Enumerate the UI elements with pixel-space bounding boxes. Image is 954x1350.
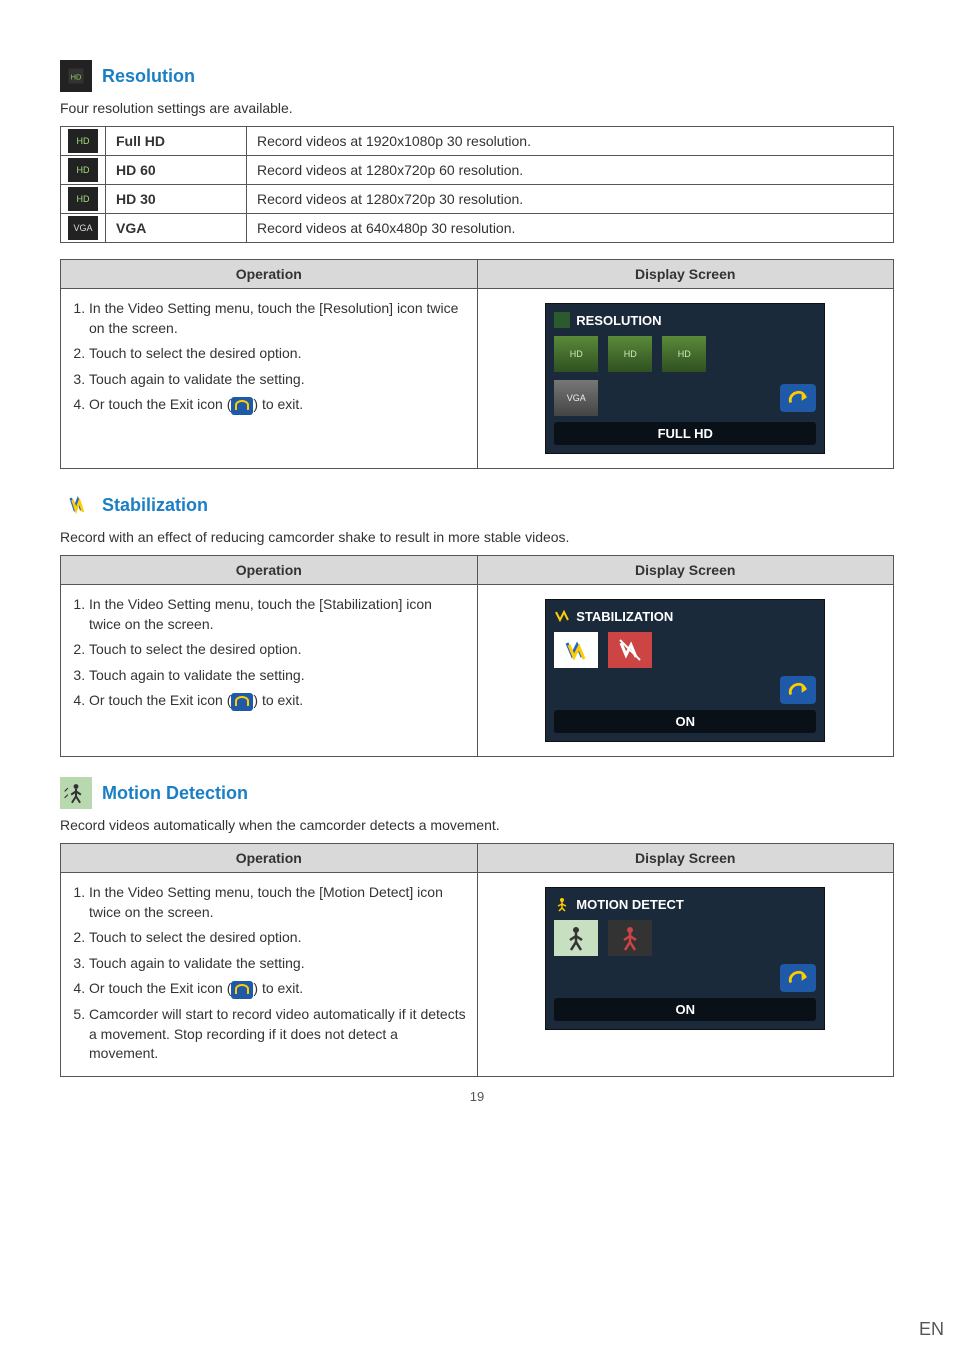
resolution-desc: Record videos at 1280x720p 60 resolution… — [247, 156, 894, 185]
resolution-desc: Record videos at 1920x1080p 30 resolutio… — [247, 127, 894, 156]
ds-title: STABILIZATION — [554, 608, 816, 624]
ds-exit-button[interactable] — [780, 676, 816, 704]
ds-option-hd60[interactable]: HD — [608, 336, 652, 372]
ds-option-motion-off[interactable] — [608, 920, 652, 956]
ds-options: HD HD HD — [554, 336, 816, 372]
ds-options — [554, 920, 816, 956]
vga-icon: VGA — [68, 216, 98, 240]
ds-bottom-row — [554, 676, 816, 704]
display-screen-cell: RESOLUTION HD HD HD VGA — [477, 289, 894, 469]
operation-header: Operation — [61, 260, 478, 289]
table-row: HD HD 60 Record videos at 1280x720p 60 r… — [61, 156, 894, 185]
ds-bottom-row: VGA — [554, 380, 816, 416]
stabilization-intro: Record with an effect of reducing camcor… — [60, 529, 894, 545]
motion-ds-icon — [554, 896, 570, 912]
motion-icon — [60, 777, 92, 809]
ds-option-stabilization-off[interactable] — [608, 632, 652, 668]
motion-section-header: Motion Detection — [60, 777, 894, 809]
resolution-section-header: HD Resolution — [60, 60, 894, 92]
resolution-ds-icon — [554, 312, 570, 328]
table-row: HD Full HD Record videos at 1920x1080p 3… — [61, 127, 894, 156]
operation-cell: In the Video Setting menu, touch the [St… — [61, 585, 478, 757]
exit-icon — [231, 981, 253, 999]
ds-option-vga[interactable]: VGA — [554, 380, 598, 416]
table-row: VGA VGA Record videos at 640x480p 30 res… — [61, 214, 894, 243]
ds-title: RESOLUTION — [554, 312, 816, 328]
table-row: HD HD 30 Record videos at 1280x720p 30 r… — [61, 185, 894, 214]
display-screen-header: Display Screen — [477, 260, 894, 289]
ds-option-motion-on[interactable] — [554, 920, 598, 956]
resolution-label: HD 60 — [106, 156, 247, 185]
step: Or touch the Exit icon () to exit. — [89, 979, 467, 999]
operation-header: Operation — [61, 556, 478, 585]
step: Touch to select the desired option. — [89, 344, 467, 364]
stabilization-display-screen: STABILIZATION — [545, 599, 825, 742]
resolution-operation-table: Operation Display Screen In the Video Se… — [60, 259, 894, 469]
page-number: 19 — [60, 1089, 894, 1104]
motion-operation-table: Operation Display Screen In the Video Se… — [60, 843, 894, 1077]
step: Camcorder will start to record video aut… — [89, 1005, 467, 1064]
motion-display-screen: MOTION DETECT — [545, 887, 825, 1030]
step: In the Video Setting menu, touch the [Mo… — [89, 883, 467, 922]
display-screen-header: Display Screen — [477, 844, 894, 873]
ds-exit-button[interactable] — [780, 384, 816, 412]
step: Or touch the Exit icon () to exit. — [89, 691, 467, 711]
exit-icon — [231, 397, 253, 415]
step: Touch again to validate the setting. — [89, 370, 467, 390]
motion-heading: Motion Detection — [102, 783, 248, 804]
resolution-intro: Four resolution settings are available. — [60, 100, 894, 116]
step: Touch again to validate the setting. — [89, 666, 467, 686]
step: In the Video Setting menu, touch the [St… — [89, 595, 467, 634]
motion-intro: Record videos automatically when the cam… — [60, 817, 894, 833]
ds-status: ON — [554, 710, 816, 733]
resolution-icon: HD — [60, 60, 92, 92]
hd60-icon: HD — [68, 158, 98, 182]
resolution-desc: Record videos at 640x480p 30 resolution. — [247, 214, 894, 243]
stabilization-icon — [60, 489, 92, 521]
ds-status: ON — [554, 998, 816, 1021]
ds-option-stabilization-on[interactable] — [554, 632, 598, 668]
full-hd-icon: HD — [68, 129, 98, 153]
resolution-label: HD 30 — [106, 185, 247, 214]
exit-icon — [231, 693, 253, 711]
operation-cell: In the Video Setting menu, touch the [Mo… — [61, 873, 478, 1077]
operation-cell: In the Video Setting menu, touch the [Re… — [61, 289, 478, 469]
ds-status: FULL HD — [554, 422, 816, 445]
hd30-icon: HD — [68, 187, 98, 211]
resolution-heading: Resolution — [102, 66, 195, 87]
stabilization-ds-icon — [554, 608, 570, 624]
step: In the Video Setting menu, touch the [Re… — [89, 299, 467, 338]
step: Touch again to validate the setting. — [89, 954, 467, 974]
stabilization-heading: Stabilization — [102, 495, 208, 516]
ds-option-hd30[interactable]: HD — [662, 336, 706, 372]
stabilization-section-header: Stabilization — [60, 489, 894, 521]
display-screen-header: Display Screen — [477, 556, 894, 585]
display-screen-cell: MOTION DETECT — [477, 873, 894, 1077]
step: Touch to select the desired option. — [89, 640, 467, 660]
operation-header: Operation — [61, 844, 478, 873]
resolution-table: HD Full HD Record videos at 1920x1080p 3… — [60, 126, 894, 243]
ds-options — [554, 632, 816, 668]
ds-title: MOTION DETECT — [554, 896, 816, 912]
resolution-label: VGA — [106, 214, 247, 243]
step: Touch to select the desired option. — [89, 928, 467, 948]
ds-option-full-hd[interactable]: HD — [554, 336, 598, 372]
display-screen-cell: STABILIZATION — [477, 585, 894, 757]
resolution-desc: Record videos at 1280x720p 30 resolution… — [247, 185, 894, 214]
resolution-display-screen: RESOLUTION HD HD HD VGA — [545, 303, 825, 454]
language-tag: EN — [919, 1319, 944, 1340]
svg-text:HD: HD — [71, 72, 82, 81]
ds-exit-button[interactable] — [780, 964, 816, 992]
stabilization-operation-table: Operation Display Screen In the Video Se… — [60, 555, 894, 757]
resolution-label: Full HD — [106, 127, 247, 156]
ds-bottom-row — [554, 964, 816, 992]
step: Or touch the Exit icon () to exit. — [89, 395, 467, 415]
